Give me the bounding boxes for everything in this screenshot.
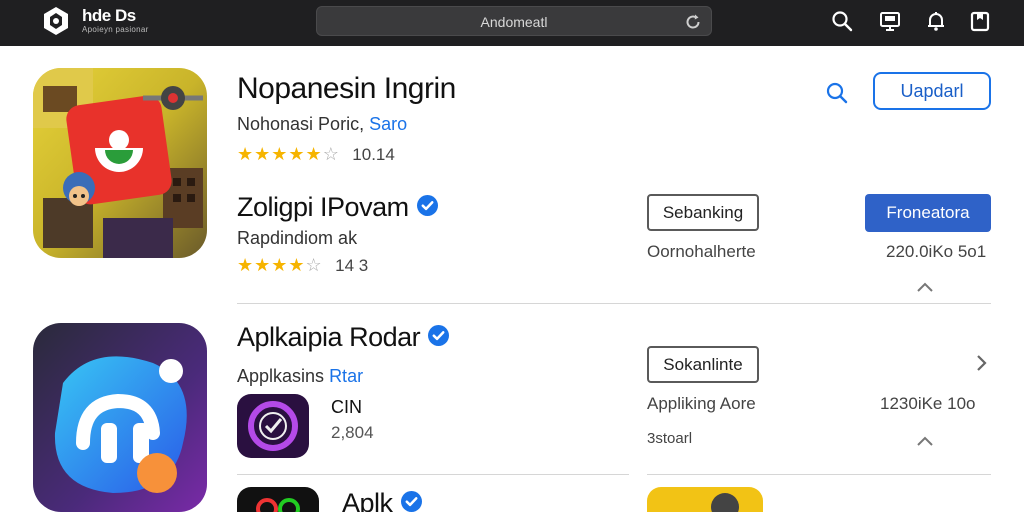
app-meta-sub: 3stoarl — [647, 430, 693, 447]
featured-app-icon[interactable] — [33, 68, 207, 258]
bookmark-icon[interactable] — [969, 10, 991, 32]
app-developer-link[interactable]: Rtar — [329, 366, 363, 386]
app-rating-value: 14 3 — [335, 256, 369, 275]
app-meta-label: Appliking Aore — [647, 394, 756, 413]
app-stars: ★★★★☆ — [237, 255, 323, 275]
app-developer: Rapdindiom ak — [237, 228, 358, 248]
app-icon-music[interactable] — [33, 323, 207, 512]
app-rating-row: ★★★★☆ 14 3 — [237, 255, 368, 276]
app-title-text[interactable]: Zoligpi IPovam — [237, 192, 409, 222]
search-bar[interactable]: Andomeatl — [316, 6, 712, 36]
featured-rating-row: ★★★★★☆ 10.14 — [237, 144, 395, 165]
bell-icon[interactable] — [925, 10, 947, 32]
verified-icon — [416, 195, 438, 217]
featured-developer-link[interactable]: Saro — [369, 114, 407, 134]
app-meta-size: 220.0iKo 5o1 — [886, 242, 987, 261]
app-icon[interactable] — [237, 487, 319, 512]
install-button[interactable]: Froneatora — [865, 194, 991, 232]
app-developer-text: Applkasins — [237, 366, 330, 386]
featured-stars: ★★★★★☆ — [237, 144, 340, 164]
app-title-text[interactable]: Aplk — [342, 488, 393, 512]
app-title[interactable]: Aplk — [342, 488, 422, 512]
divider — [647, 474, 991, 475]
brand-tagline: Apoieyn pasionar — [82, 25, 149, 34]
secondary-button[interactable]: Sebanking — [647, 194, 759, 231]
app-meta-size: 1230iKe 10o — [880, 394, 976, 413]
logo-icon[interactable] — [40, 5, 72, 37]
chevron-up-icon[interactable] — [914, 276, 936, 298]
featured-developer-text: Nohonasi Poric, — [237, 114, 370, 134]
update-button[interactable]: Uapdarl — [873, 72, 991, 110]
app-title-text[interactable]: Aplkaipia Rodar — [237, 322, 421, 352]
divider — [237, 474, 629, 475]
verified-icon — [428, 325, 450, 347]
search-icon[interactable] — [825, 81, 849, 105]
mini-app-value: 2,804 — [331, 423, 374, 442]
app-icon[interactable] — [647, 487, 763, 512]
featured-app-title[interactable]: Nopanesin Ingrin — [237, 72, 456, 106]
app-meta-label: Oornohalherte — [647, 242, 756, 261]
mini-app-title[interactable]: CIN — [331, 397, 362, 418]
refresh-icon[interactable] — [683, 12, 703, 32]
chevron-up-icon[interactable] — [914, 430, 936, 452]
search-icon[interactable] — [831, 10, 853, 32]
chevron-right-icon[interactable] — [970, 352, 992, 374]
app-title[interactable]: Zoligpi IPovam — [237, 192, 438, 223]
app-developer: Applkasins Rtar — [237, 366, 363, 387]
divider — [237, 303, 991, 304]
featured-rating-value: 10.14 — [352, 145, 395, 164]
search-input[interactable]: Andomeatl — [317, 14, 711, 30]
top-bar: hde Ds Apoieyn pasionar Andomeatl — [0, 0, 1024, 46]
featured-app-developer: Nohonasi Poric, Saro — [237, 114, 407, 135]
secondary-button[interactable]: Sokanlinte — [647, 346, 759, 383]
mini-app-icon[interactable] — [237, 394, 309, 458]
cast-icon[interactable] — [879, 10, 901, 32]
app-title[interactable]: Aplkaipia Rodar — [237, 322, 450, 353]
brand-name: hde Ds — [82, 6, 136, 25]
verified-icon — [400, 491, 422, 512]
